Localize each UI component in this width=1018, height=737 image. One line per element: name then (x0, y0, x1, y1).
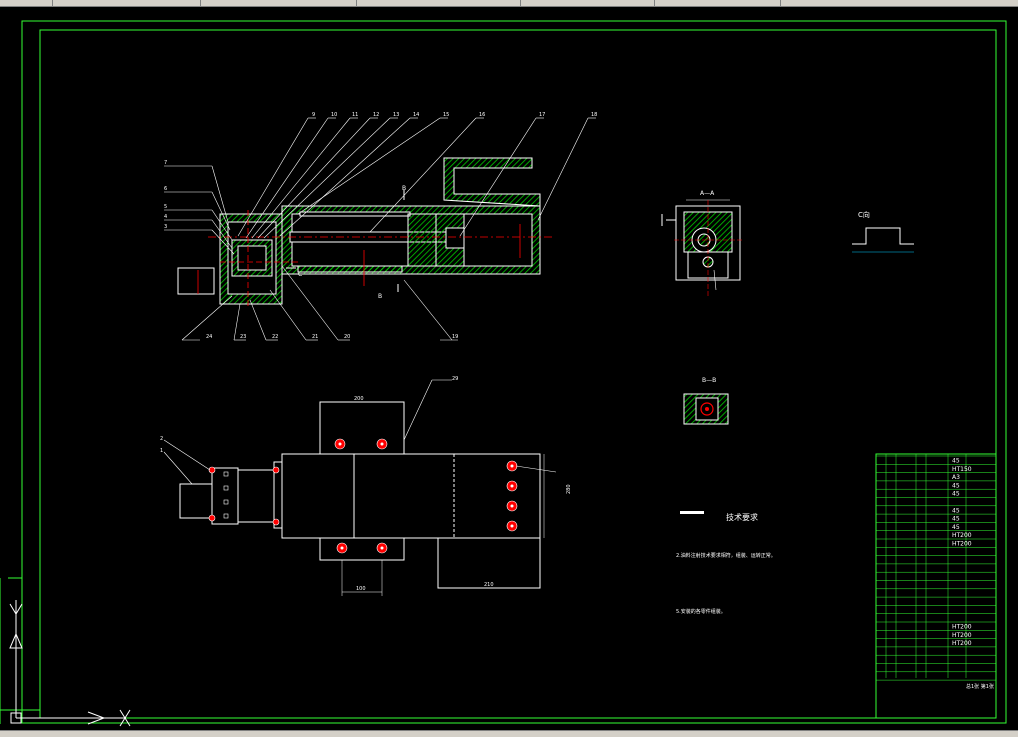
balloon-label: 14 (413, 112, 419, 118)
balloon-label: 3 (164, 224, 167, 230)
balloon-label: 21 (312, 334, 318, 340)
tech-title: 技术要求 (726, 513, 758, 522)
balloon-label: 15 (443, 112, 449, 118)
balloon-label: 9 (312, 112, 315, 118)
section-mark: C (298, 271, 302, 278)
balloon-label: 11 (352, 112, 358, 118)
dim-200: 200 (354, 396, 364, 402)
section-mark: B (402, 185, 406, 192)
plan-view: 200 100 210 280 29 2 1 (160, 376, 572, 596)
title-block-material: HT200 (952, 624, 972, 631)
section-mark: B (378, 293, 382, 300)
view-c-label: C向 (858, 210, 870, 219)
title-block-material: 45 (952, 507, 960, 514)
balloon-label: 1 (160, 448, 163, 454)
dim-100: 100 (356, 586, 366, 592)
balloon-label: 20 (344, 334, 350, 340)
title-block-material: 45 (952, 491, 960, 498)
balloon-label: 10 (331, 112, 337, 118)
cad-drawing-canvas[interactable]: 9 10 11 12 13 14 15 16 17 18 7 6 5 4 3 2… (0, 6, 1018, 730)
title-block-material: HT200 (952, 640, 972, 647)
dim-210: 210 (484, 582, 494, 588)
section-bb-view: B—B (683, 377, 729, 425)
dim-280: 280 (566, 484, 572, 494)
balloon-label: 24 (206, 334, 212, 340)
title-block-material: HT150 (952, 466, 972, 473)
view-c: C向 (852, 210, 914, 253)
balloon-label: 7 (164, 160, 167, 166)
balloon-label: 29 (452, 376, 458, 382)
title-block-material: 45 (952, 524, 960, 531)
outer-frame (21, 20, 1007, 724)
section-aa-view: A—A (661, 190, 744, 296)
ucs-icon (9, 600, 131, 727)
balloon-label: 2 (160, 436, 163, 442)
title-block-material: A3 (952, 474, 960, 481)
balloon-label: 13 (393, 112, 399, 118)
balloon-label: 4 (164, 214, 167, 220)
title-block-material: HT200 (952, 632, 972, 639)
balloon-label: 16 (479, 112, 485, 118)
inner-frame (39, 29, 997, 719)
balloon-label: 22 (272, 334, 278, 340)
balloon-label: 12 (373, 112, 379, 118)
title-block-material: 45 (952, 458, 960, 465)
title-block-material: HT200 (952, 532, 972, 539)
tech-note: 5.安装的各零件组装。 (676, 609, 726, 615)
title-block-material: 45 (952, 516, 960, 523)
tech-note: 2.油料注射技术要求相符，组装、运转正常。 (676, 553, 776, 559)
balloon-label: 17 (539, 112, 545, 118)
title-block-material: 45 (952, 482, 960, 489)
balloon-label: 23 (240, 334, 246, 340)
balloon-label: 19 (452, 334, 458, 340)
section-aa-label: A—A (700, 190, 715, 197)
balloon-label: 6 (164, 186, 167, 192)
title-block: 45HT150A34545454545HT200HT200HT200HT200H… (875, 453, 997, 719)
title-block-material: HT200 (952, 541, 972, 548)
main-section-view: 9 10 11 12 13 14 15 16 17 18 7 6 5 4 3 2… (164, 112, 597, 341)
title-block-summary: 总1张 第1张 (966, 683, 994, 690)
section-bb-label: B—B (702, 377, 716, 384)
balloon-label: 5 (164, 204, 167, 210)
balloon-label: 18 (591, 112, 597, 118)
